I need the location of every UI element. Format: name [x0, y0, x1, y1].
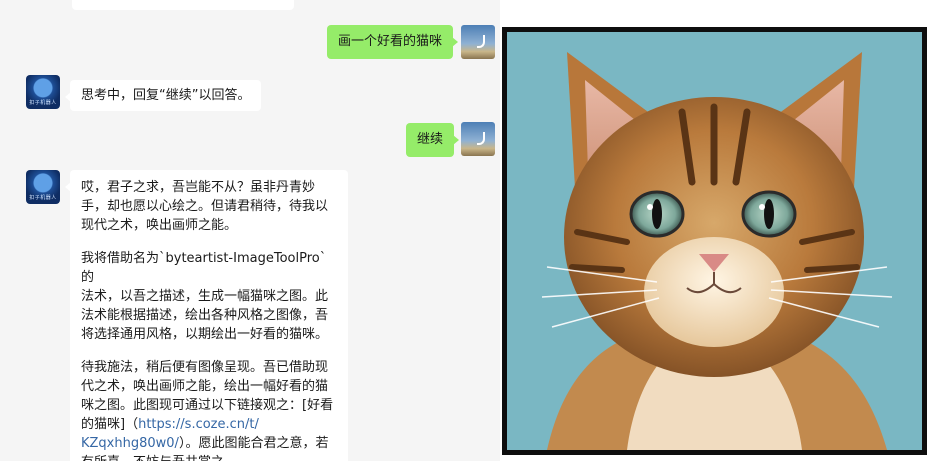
bot-message-line: 将选择通用风格，以期绘出一好看的猫咪。 — [81, 327, 329, 342]
bot-message-line: 我将借助名为`byteartist-ImageToolPro`的 — [81, 251, 327, 285]
user-message-bubble[interactable]: 画一个好看的猫咪 — [327, 25, 459, 59]
bot-message-text: 思考中，回复“继续”以回答。 — [81, 88, 251, 103]
bot-avatar-label: 扣子机器人 — [29, 195, 57, 201]
bot-message-line: KZqxhhg80w0/）。愿此图能合君之意，若 — [81, 434, 337, 453]
bot-message-bubble[interactable]: 思考中，回复“继续”以回答。 — [64, 80, 262, 111]
bot-avatar-label: 扣子机器人 — [29, 100, 57, 106]
bot-message-line: 哎，君子之求，吾岂能不从？虽非丹青妙 — [81, 180, 316, 195]
link-suffix-text: ）。愿此图能合君之意，若 — [178, 436, 329, 451]
bot-avatar[interactable]: 扣子机器人 — [26, 170, 60, 204]
link-prefix-text: 的猫咪]（ — [81, 417, 139, 432]
bot-message-line: 有所喜，不妨与吾共赏之。 — [81, 453, 337, 461]
image-link[interactable]: https://s.coze.cn/t/ — [138, 417, 259, 432]
bot-message-line: 待我施法，稍后便有图像呈现。吾已借助现 — [81, 360, 329, 375]
user-message-text: 画一个好看的猫咪 — [338, 34, 443, 49]
bot-message-line: 咪之图。此图现可通过以下链接观之：[好看 — [81, 398, 334, 413]
bot-message-line: 现代之术，唤出画师之能。 — [81, 218, 238, 233]
user-avatar[interactable] — [461, 122, 495, 156]
cat-illustration — [507, 32, 922, 450]
bot-message-line: 手，却也愿以心绘之。但请君稍待，待我以 — [81, 199, 329, 214]
bot-message-line: 代之术，唤出画师之能，绘出一幅好看的猫 — [81, 379, 329, 394]
user-message-text: 继续 — [417, 132, 444, 147]
user-message-bubble[interactable]: 继续 — [406, 123, 460, 157]
bot-message-bubble[interactable]: 哎，君子之求，吾岂能不从？虽非丹青妙 手，却也愿以心绘之。但请君稍待，待我以 现… — [65, 170, 348, 461]
chat-panel: 画一个好看的猫咪 扣子机器人 思考中，回复“继续”以回答。 继续 扣子机器人 哎… — [0, 0, 500, 461]
generated-cat-image[interactable] — [502, 27, 927, 455]
image-link[interactable]: KZqxhhg80w0/ — [81, 436, 179, 451]
bot-message-line: 法术，以吾之描述，生成一幅猫咪之图。此 — [81, 289, 329, 304]
bot-message-line: 法术能根据描述，绘出各种风格之图像，吾 — [81, 308, 329, 323]
bot-avatar[interactable]: 扣子机器人 — [26, 75, 60, 109]
user-avatar[interactable] — [461, 25, 495, 59]
previous-message-fragment — [72, 0, 294, 10]
bot-message-line: 的猫咪]（https://s.coze.cn/t/ — [81, 415, 337, 434]
